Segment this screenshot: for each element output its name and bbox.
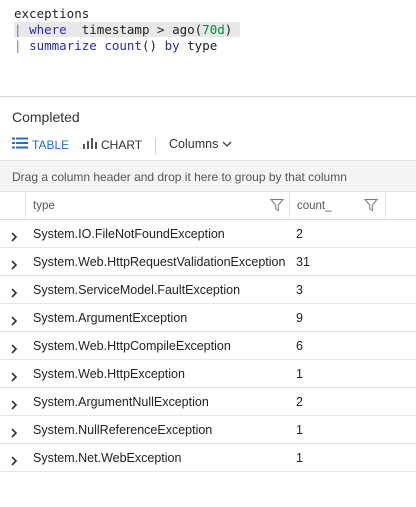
timespan-literal: 70d (202, 22, 225, 37)
paren-close: ) (224, 22, 233, 37)
ago-function: ago (172, 22, 195, 37)
chevron-right-icon[interactable] (10, 341, 18, 359)
table-header: type count_ (0, 192, 416, 220)
table-row[interactable]: System.NullReferenceException 1 (0, 416, 416, 444)
columns-dropdown[interactable]: Columns (169, 137, 232, 151)
query-status: Completed (12, 109, 80, 125)
cell-type: System.Web.HttpException (33, 367, 185, 381)
divider (0, 96, 416, 97)
cell-count: 2 (296, 395, 303, 409)
cell-count: 2 (296, 227, 303, 241)
filter-icon[interactable] (269, 198, 285, 217)
results-toolbar: TABLE CHART Columns (0, 134, 416, 158)
cell-type: System.NullReferenceException (33, 423, 213, 437)
cell-count: 3 (296, 283, 303, 297)
table-view-label: TABLE (32, 137, 70, 152)
toolbar-divider (155, 138, 156, 154)
group-hint: Drag a column header and drop it here to… (12, 170, 347, 184)
by-keyword: by (164, 38, 180, 53)
where-keyword: where (29, 22, 67, 37)
chevron-right-icon[interactable] (10, 257, 18, 275)
chevron-right-icon[interactable] (10, 397, 18, 415)
table-icon (12, 137, 28, 152)
cell-count: 31 (296, 255, 310, 269)
group-drop-area[interactable]: Drag a column header and drop it here to… (0, 160, 416, 192)
cell-type: System.Web.HttpCompileException (33, 339, 231, 353)
query-editor[interactable]: exceptions | where timestamp > ago(70d) … (0, 0, 416, 96)
header-divider[interactable] (385, 192, 386, 219)
cell-type: System.ArgumentException (33, 311, 188, 325)
where-expression: timestamp > (66, 22, 173, 37)
chevron-right-icon[interactable] (10, 285, 18, 303)
table-row[interactable]: System.ArgumentException 9 (0, 304, 416, 332)
cell-count: 1 (296, 451, 303, 465)
query-line-3: | summarize count() by type (14, 38, 217, 54)
chevron-down-icon (222, 137, 232, 151)
header-divider[interactable] (289, 192, 290, 219)
cell-type: System.ArgumentNullException (33, 395, 209, 409)
table-row[interactable]: System.Net.WebException 1 (0, 444, 416, 472)
chevron-right-icon[interactable] (10, 453, 18, 471)
cell-count: 1 (296, 367, 303, 381)
pipe-operator: | (14, 38, 22, 53)
cell-count: 1 (296, 423, 303, 437)
column-header-count[interactable]: count_ (297, 200, 332, 212)
table-row[interactable]: System.Web.HttpCompileException 6 (0, 332, 416, 360)
chevron-right-icon[interactable] (10, 229, 18, 247)
count-parens: () (141, 38, 158, 53)
results-table-body: System.IO.FileNotFoundException 2 System… (0, 220, 416, 472)
filter-icon[interactable] (363, 198, 379, 217)
summarize-keyword: summarize (29, 38, 97, 53)
query-table-name: exceptions (14, 6, 90, 21)
query-line-1: exceptions (14, 6, 89, 22)
chart-view-button[interactable]: CHART (83, 137, 142, 152)
chevron-right-icon[interactable] (10, 369, 18, 387)
group-field: type (187, 38, 218, 53)
query-line-2: | where timestamp > ago(70d) (14, 22, 240, 38)
table-row[interactable]: System.ArgumentNullException 2 (0, 388, 416, 416)
cell-count: 6 (296, 339, 303, 353)
table-row[interactable]: System.IO.FileNotFoundException 2 (0, 220, 416, 248)
header-divider (25, 192, 26, 219)
count-function: count (104, 38, 142, 53)
table-row[interactable]: System.Web.HttpException 1 (0, 360, 416, 388)
chevron-right-icon[interactable] (10, 425, 18, 443)
cell-type: System.IO.FileNotFoundException (33, 227, 225, 241)
cell-count: 9 (296, 311, 303, 325)
table-view-button[interactable]: TABLE (12, 137, 69, 152)
pipe-operator: | (14, 22, 22, 37)
chevron-right-icon[interactable] (10, 313, 18, 331)
cell-type: System.Web.HttpRequestValidationExceptio… (33, 255, 286, 269)
chart-view-label: CHART (101, 137, 143, 152)
table-row[interactable]: System.ServiceModel.FaultException 3 (0, 276, 416, 304)
column-header-type[interactable]: type (33, 200, 55, 212)
bar-chart-icon (83, 137, 97, 152)
cell-type: System.ServiceModel.FaultException (33, 283, 241, 297)
cell-type: System.Net.WebException (33, 451, 182, 465)
table-row[interactable]: System.Web.HttpRequestValidationExceptio… (0, 248, 416, 276)
columns-label: Columns (169, 137, 219, 151)
